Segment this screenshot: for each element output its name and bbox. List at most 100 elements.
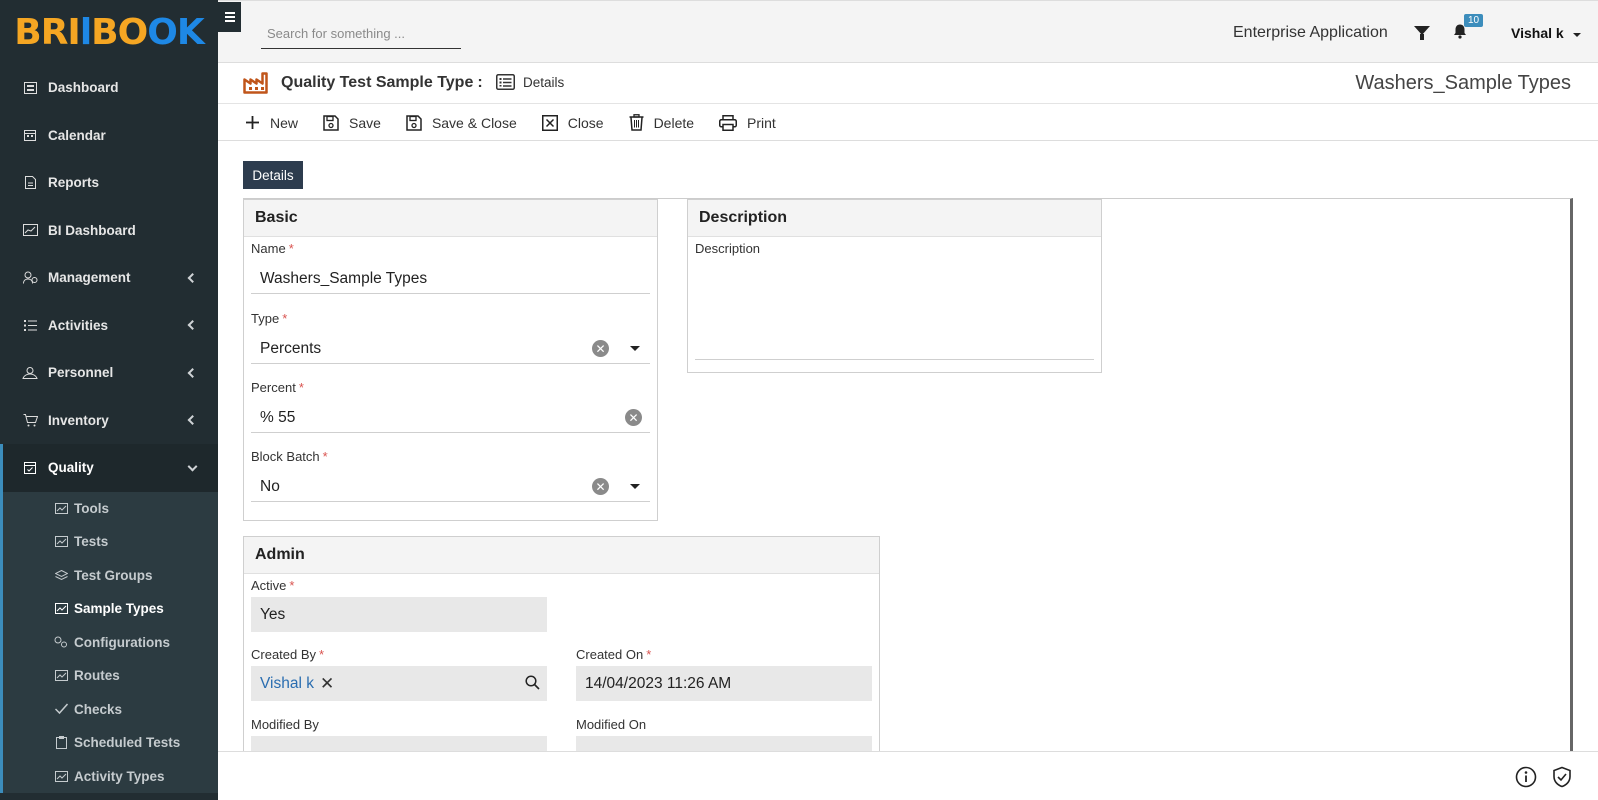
modified-on-input[interactable] <box>576 736 872 751</box>
sidebar-item-label: Reports <box>48 175 100 191</box>
name-value: Washers_Sample Types <box>260 269 428 287</box>
delete-label: Delete <box>653 114 695 131</box>
content-area: Details Basic Name * Washers_Sample Types… <box>218 141 1598 751</box>
clear-icon[interactable]: ✕ <box>592 340 609 357</box>
search-input[interactable] <box>261 19 461 49</box>
submenu-item-activity-types[interactable]: Activity Types <box>3 760 218 794</box>
created-by-label: Created By * <box>251 647 325 662</box>
logo-text-4: OK <box>147 11 204 53</box>
submenu-item-test-groups[interactable]: Test Groups <box>3 559 218 593</box>
close-button[interactable]: Close <box>541 114 604 131</box>
admin-panel: Admin Active * Yes Created By * Vishal k ✕… <box>243 536 880 751</box>
description-field: Description <box>695 241 1094 360</box>
sidebar-item-dashboard[interactable]: Dashboard <box>0 64 218 112</box>
save-close-label: Save & Close <box>431 114 517 131</box>
modified-by-field: Modified By <box>251 717 547 751</box>
logo-text-2: l <box>79 11 92 53</box>
created-on-input[interactable]: 14/04/2023 11:26 AM <box>576 666 872 701</box>
filter-icon[interactable] <box>1414 26 1430 40</box>
save-button[interactable]: Save <box>323 115 381 131</box>
info-icon[interactable] <box>1515 766 1537 788</box>
sidebar-item-bi-dashboard[interactable]: BI Dashboard <box>0 207 218 255</box>
sidebar-item-quality[interactable]: Quality <box>0 444 218 492</box>
submenu-item-sample-types[interactable]: Sample Types <box>3 592 218 626</box>
clear-icon[interactable]: ✕ <box>592 478 609 495</box>
basic-panel: Basic Name * Washers_Sample Types Type * P… <box>243 199 658 521</box>
form-scroll-area[interactable]: Basic Name * Washers_Sample Types Type * P… <box>243 198 1573 751</box>
notification-badge: 10 <box>1464 14 1484 27</box>
type-label: Type * <box>251 311 288 326</box>
submenu-item-tools[interactable]: Tools <box>3 492 218 526</box>
report-icon <box>22 176 38 190</box>
clear-icon[interactable]: ✕ <box>625 409 642 426</box>
basic-panel-title: Basic <box>244 200 657 237</box>
caret-down-icon[interactable] <box>630 484 640 489</box>
trash-icon <box>629 114 644 131</box>
print-label: Print <box>747 114 776 131</box>
modified-on-field: Modified On <box>576 717 872 751</box>
search-icon[interactable] <box>525 675 540 690</box>
sidebar-item-management[interactable]: Management <box>0 254 218 302</box>
save-label: Save <box>349 114 381 131</box>
quality-submenu: Tools Tests Test Groups Sample Types Con… <box>0 491 218 794</box>
save-close-button[interactable]: Save & Close <box>406 115 517 131</box>
page-title: Quality Test Sample Type: <box>281 74 483 92</box>
logo-text-1: BRI <box>14 11 81 53</box>
shield-check-icon[interactable] <box>1551 766 1573 788</box>
delete-button[interactable]: Delete <box>629 114 694 131</box>
percent-label: Percent * <box>251 380 304 395</box>
brand-logo[interactable]: BRIlBOOK <box>0 0 218 64</box>
breadcrumb-details[interactable]: Details <box>496 74 564 90</box>
created-on-field: Created On * 14/04/2023 11:26 AM <box>576 647 872 701</box>
breadcrumb-label: Details <box>523 74 565 90</box>
active-select[interactable]: Yes <box>251 597 547 632</box>
percent-input[interactable]: % 55 ✕ <box>251 403 650 433</box>
sidebar-item-label: Dashboard <box>48 80 119 96</box>
block-batch-select[interactable]: No ✕ <box>251 472 650 502</box>
submenu-label: Checks <box>74 701 123 717</box>
submenu-item-checks[interactable]: Checks <box>3 693 218 727</box>
block-batch-value: No <box>260 477 280 495</box>
modified-by-input[interactable] <box>251 736 547 751</box>
factory-icon <box>243 72 268 94</box>
submenu-item-tests[interactable]: Tests <box>3 525 218 559</box>
created-by-lookup[interactable]: Vishal k ✕ <box>251 666 547 701</box>
remove-icon[interactable]: ✕ <box>320 674 334 694</box>
created-by-value[interactable]: Vishal k <box>260 675 314 693</box>
caret-down-icon[interactable] <box>630 346 640 351</box>
app-name[interactable]: Enterprise Application <box>1233 24 1388 42</box>
submenu-label: Configurations <box>74 634 170 650</box>
chart-icon <box>54 502 68 514</box>
user-menu[interactable]: Vishal k <box>1511 25 1564 41</box>
submenu-item-routes[interactable]: Routes <box>3 659 218 693</box>
active-field: Active * Yes <box>251 578 547 632</box>
description-textarea[interactable] <box>695 256 1094 360</box>
submenu-label: Test Groups <box>74 567 153 583</box>
submenu-item-scheduled-tests[interactable]: Scheduled Tests <box>3 726 218 760</box>
tab-details[interactable]: Details <box>243 161 303 189</box>
footer-bar <box>218 751 1598 800</box>
sidebar-item-activities[interactable]: Activities <box>0 302 218 350</box>
clipboard-icon <box>54 736 68 750</box>
menu-toggle-icon[interactable] <box>218 2 241 32</box>
sidebar-item-reports[interactable]: Reports <box>0 159 218 207</box>
submenu-label: Activity Types <box>74 768 165 784</box>
submenu-item-configurations[interactable]: Configurations <box>3 626 218 660</box>
submenu-label: Scheduled Tests <box>74 735 181 751</box>
new-button[interactable]: New <box>245 115 298 131</box>
chevron-left-icon <box>187 367 198 378</box>
personnel-icon <box>22 366 38 380</box>
caret-down-icon[interactable] <box>1573 33 1581 37</box>
sidebar-item-inventory[interactable]: Inventory <box>0 397 218 445</box>
name-input[interactable]: Washers_Sample Types <box>251 264 650 294</box>
print-button[interactable]: Print <box>719 114 776 131</box>
sidebar-item-personnel[interactable]: Personnel <box>0 349 218 397</box>
chart-icon <box>54 670 68 682</box>
sidebar-item-calendar[interactable]: Calendar <box>0 112 218 160</box>
type-field: Type * Percents ✕ <box>251 311 650 364</box>
plus-icon <box>245 115 260 130</box>
type-select[interactable]: Percents ✕ <box>251 334 650 364</box>
created-on-label: Created On * <box>576 647 652 662</box>
sidebar-item-label: Quality <box>48 460 94 476</box>
description-panel: Description Description <box>687 199 1102 373</box>
